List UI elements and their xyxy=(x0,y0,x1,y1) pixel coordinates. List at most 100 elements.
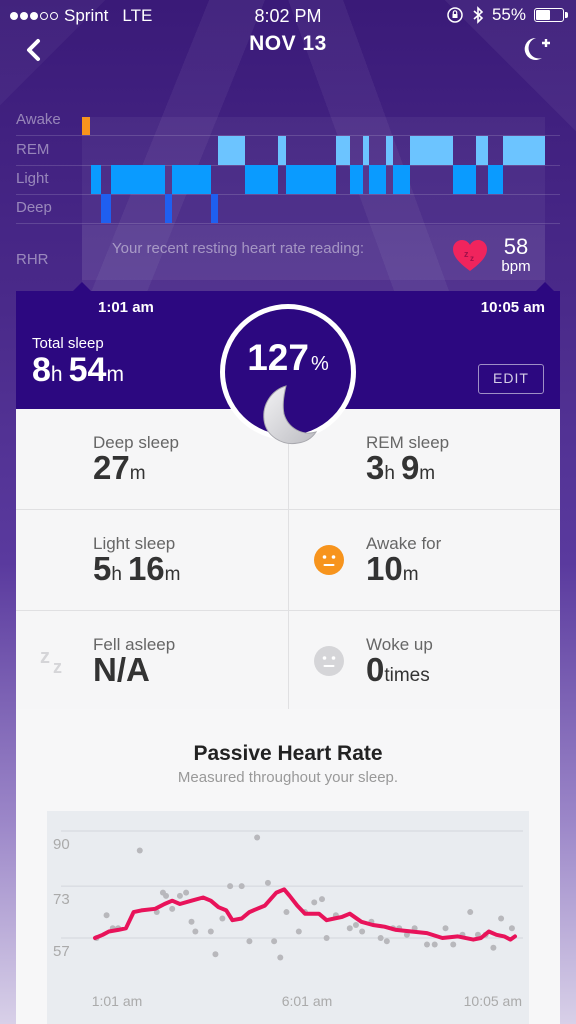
hr-reading-point xyxy=(254,834,261,841)
hr-reading-point xyxy=(212,951,219,958)
hr-reading-point xyxy=(183,889,190,896)
sleep-end-time: 10:05 am xyxy=(480,299,545,316)
edit-button[interactable]: EDIT xyxy=(478,364,544,394)
stat-number: 0 xyxy=(366,651,385,688)
hr-reading-point xyxy=(498,915,505,922)
hr-reading-point xyxy=(238,883,245,890)
hr-reading-point xyxy=(103,912,110,919)
gridline xyxy=(16,194,560,195)
sleep-segment-light xyxy=(369,165,387,194)
sleep-segment-deep xyxy=(211,194,219,223)
hr-reading-point xyxy=(207,928,214,935)
sleep-segment-rem xyxy=(386,136,394,165)
x-tick-label: 6:01 am xyxy=(282,993,333,1009)
sleep-segment-awake xyxy=(82,117,90,135)
start-marker xyxy=(73,282,91,291)
stat-value: 27m xyxy=(93,449,152,487)
row-label-light: Light xyxy=(16,170,49,187)
stat-unit: m xyxy=(419,463,436,484)
battery-percent: 55% xyxy=(491,5,526,24)
sleep-segment-light xyxy=(111,165,165,194)
sleep-segment-light xyxy=(244,165,278,194)
sleep-segment-rem xyxy=(363,136,370,165)
hr-reading-point xyxy=(227,883,234,890)
stat-value: 10m xyxy=(366,550,425,588)
status-bar: Sprint LTE 8:02 PM 55% xyxy=(0,0,576,32)
gridline xyxy=(16,223,560,224)
stat-value: 3h 9m xyxy=(366,449,441,487)
rotation-lock-icon xyxy=(447,7,463,23)
hr-reading-point xyxy=(219,915,226,922)
hr-reading-point xyxy=(377,935,384,941)
hr-reading-point xyxy=(176,892,183,899)
row-label-awake: Awake xyxy=(16,111,61,128)
sleep-segment-deep xyxy=(164,194,172,223)
heart-rate-title: Passive Heart Rate xyxy=(193,742,383,765)
sleep-segment-rem xyxy=(218,136,245,165)
sleep-score: 127% xyxy=(225,337,351,379)
minutes-unit: m xyxy=(106,363,124,386)
stat-unit: m xyxy=(402,564,419,585)
svg-text:z: z xyxy=(40,646,50,668)
stat-unit: times xyxy=(384,665,430,686)
hr-reading-point xyxy=(311,899,318,906)
hr-reading-point xyxy=(359,928,366,935)
sleep-segment-light xyxy=(90,165,101,194)
hours-unit: h xyxy=(50,363,63,386)
sleep-segment-light xyxy=(350,165,364,194)
sleep-start-time: 1:01 am xyxy=(98,299,154,316)
sleep-segment-light xyxy=(171,165,212,194)
hr-reading-point xyxy=(346,925,353,932)
row-label-rem: REM xyxy=(16,141,50,158)
sleep-segment-rem xyxy=(409,136,453,165)
x-tick-label: 1:01 am xyxy=(92,993,143,1009)
sleep-segment-light xyxy=(452,165,476,194)
stat-number: N/A xyxy=(93,651,150,688)
stat-number: 3 xyxy=(366,449,385,486)
stat-unit: m xyxy=(164,564,181,585)
score-number: 127 xyxy=(247,337,309,378)
rhr-label: RHR xyxy=(16,251,49,268)
hr-reading-point xyxy=(442,925,449,932)
hr-reading-point xyxy=(169,905,176,912)
hr-reading-point xyxy=(318,896,325,903)
hr-reading-point xyxy=(188,918,195,925)
heart-zz-icon: z z xyxy=(453,240,487,271)
total-minutes: 54 xyxy=(68,351,107,389)
heart-rate-chart: 90 73 57 1:01 am 6:01 am 10:05 am xyxy=(47,811,529,1024)
hr-reading-point xyxy=(323,935,330,941)
sleep-segment-rem xyxy=(502,136,545,165)
hr-reading-point xyxy=(264,879,271,886)
stat-value: 0times xyxy=(366,651,436,689)
hr-reading-point xyxy=(467,909,474,916)
sleep-stages-chart: Awake REM Light Deep RHR Your recent res… xyxy=(0,105,576,292)
hr-reading-point xyxy=(352,922,359,929)
moon-plus-icon xyxy=(524,37,550,60)
stat-awake-for: Awake for 10m xyxy=(288,510,560,611)
hr-reading-point xyxy=(508,925,515,932)
battery-icon xyxy=(534,8,568,22)
stat-fell-asleep: z z Fell asleep N/A xyxy=(16,611,288,712)
score-unit: % xyxy=(310,353,329,375)
rhr-unit: bpm xyxy=(501,258,531,275)
y-tick-label: 73 xyxy=(53,891,70,908)
y-tick-label: 90 xyxy=(53,836,70,853)
rhr-description: Your recent resting heart rate reading: xyxy=(112,240,365,257)
sleep-segment-light xyxy=(393,165,410,194)
hr-reading-point xyxy=(246,938,253,945)
end-marker xyxy=(536,282,554,291)
hr-reading-point xyxy=(163,892,170,899)
sleep-segment-rem xyxy=(336,136,351,165)
add-sleep-button[interactable] xyxy=(520,34,556,64)
svg-text:z: z xyxy=(464,249,469,259)
stat-unit: h xyxy=(111,564,122,585)
hr-reading-point xyxy=(383,938,390,945)
moon-light-icon xyxy=(40,544,72,576)
stat-woke-up: Woke up 0times xyxy=(288,611,560,712)
y-tick-label: 57 xyxy=(53,943,70,960)
hr-reading-point xyxy=(295,928,302,935)
sleep-segment-light xyxy=(488,165,503,194)
total-hours: 8 xyxy=(32,351,51,389)
moon-icon xyxy=(263,385,318,445)
stat-value: 5h 16m xyxy=(93,550,186,588)
